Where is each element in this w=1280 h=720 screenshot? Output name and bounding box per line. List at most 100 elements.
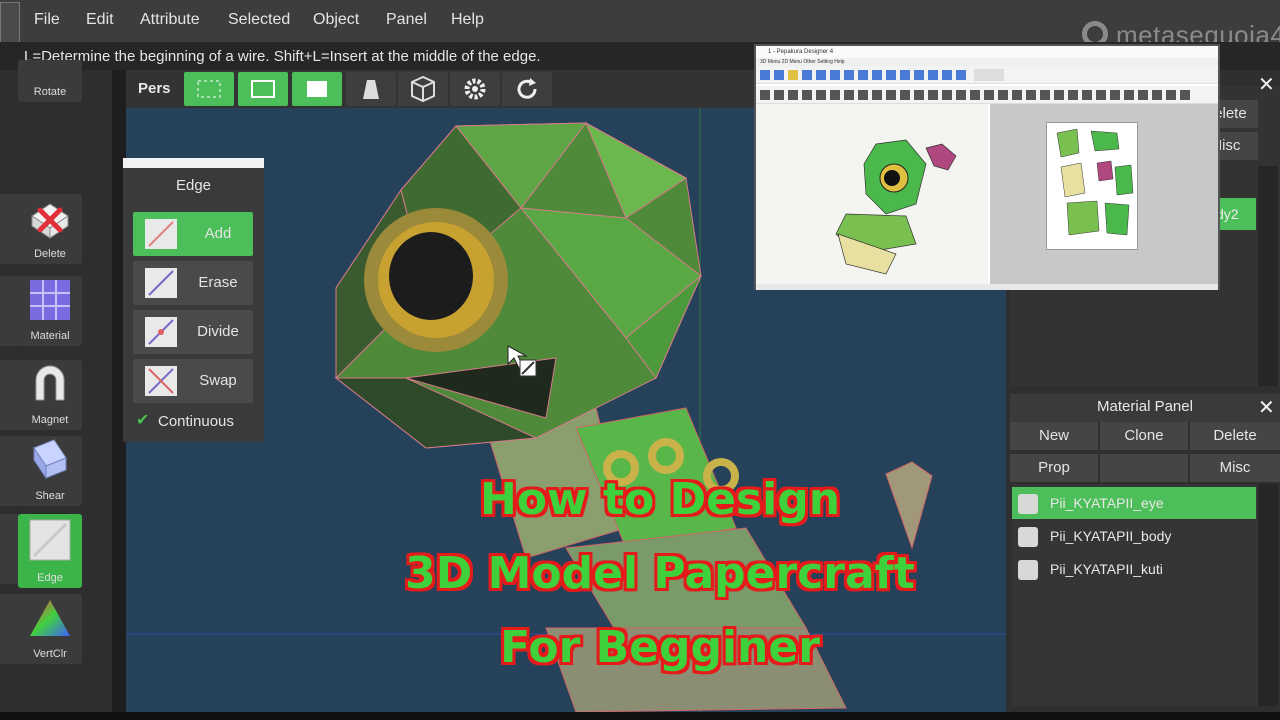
tool-palette: Rotate Delete Material Magnet Shear Edge… (0, 60, 112, 720)
inset-toolbar-1 (756, 66, 1218, 84)
select-rect-button[interactable] (184, 72, 234, 106)
partial-tool-3[interactable] (0, 360, 20, 430)
material-icon (30, 280, 70, 320)
add-edge-icon (145, 219, 177, 249)
shear-icon (33, 439, 67, 480)
settings-button[interactable] (450, 72, 500, 106)
close-icon[interactable]: ✕ (1258, 395, 1275, 420)
continuous-checkbox[interactable]: ✔ (136, 410, 149, 430)
menu-bar: File Edit Attribute Selected Object Pane… (0, 0, 1280, 66)
shade-icon (363, 80, 379, 99)
cube-icon (411, 75, 435, 103)
inset-toolbar-2 (756, 86, 1218, 104)
material-swatch (1018, 527, 1038, 547)
magnet-label: Magnet (31, 414, 69, 426)
delete-label: Delete (34, 248, 66, 260)
magnet-icon (35, 365, 65, 401)
edge-erase-label: Erase (198, 274, 238, 291)
edge-divide-button[interactable]: Divide (133, 310, 253, 354)
perspective-toggle[interactable]: Pers (138, 80, 171, 97)
object-scrollbar[interactable] (1258, 166, 1278, 386)
material-scrollbar[interactable] (1258, 484, 1278, 706)
material-new-button[interactable]: New (1010, 422, 1098, 450)
partial-tool-4[interactable] (0, 436, 20, 506)
vertex-color-icon (30, 600, 70, 636)
material-clone-button[interactable]: Clone (1100, 422, 1188, 450)
hint-text: L=Determine the beginning of a wire. Shi… (24, 48, 541, 65)
material-item-body[interactable]: Pii_KYATAPII_body (1012, 520, 1256, 552)
material-panel-title: Material Panel (1097, 398, 1193, 415)
edge-swap-label: Swap (199, 372, 237, 389)
material-delete-button[interactable]: Delete (1190, 422, 1280, 450)
erase-edge-icon (145, 268, 177, 298)
edge-add-button[interactable]: Add (133, 212, 253, 256)
select-solid-button[interactable] (292, 72, 342, 106)
frame-select-icon (251, 80, 275, 98)
material-item-eye[interactable]: Pii_KYATAPII_eye (1012, 487, 1256, 519)
solid-select-icon (307, 81, 327, 97)
delete-icon (31, 203, 69, 239)
gear-icon (464, 78, 486, 100)
edge-panel-title: Edge (175, 177, 212, 194)
rect-select-icon (197, 80, 221, 98)
edge-swap-button[interactable]: Swap (133, 359, 253, 403)
material-name: Pii_KYATAPII_eye (1050, 495, 1164, 511)
material-name: Pii_KYATAPII_body (1050, 528, 1172, 544)
swap-edge-icon (145, 366, 177, 396)
menu-help[interactable]: Help (451, 11, 484, 29)
vertclr-tool[interactable]: VertClr (18, 594, 82, 664)
material-blank-button[interactable] (1100, 454, 1188, 482)
material-misc-button[interactable]: Misc (1190, 454, 1280, 482)
partial-tool-5[interactable] (0, 514, 20, 584)
menu-file[interactable]: File (34, 11, 60, 29)
pepakura-inset-screenshot: 1 - Pepakura Designer 4 3D Menu 2D Menu … (754, 44, 1220, 290)
overlay-title-line-1: How to Design (479, 474, 841, 525)
refresh-icon (517, 78, 537, 99)
panel-title-bar (123, 158, 264, 168)
material-item-kuti[interactable]: Pii_KYATAPII_kuti (1012, 553, 1256, 585)
inset-menu: 3D Menu 2D Menu Other Setting Help (756, 58, 1218, 66)
inset-status-bar (756, 284, 1218, 290)
partial-tool-2[interactable] (0, 276, 20, 346)
refresh-button[interactable] (502, 72, 552, 106)
overlay-title-line-2: 3D Model Papercraft (405, 548, 915, 599)
inset-3d-view (756, 104, 988, 284)
edge-erase-button[interactable]: Erase (133, 261, 253, 305)
wire-button[interactable] (398, 72, 448, 106)
vertclr-label: VertClr (33, 648, 67, 660)
object-list-selected[interactable]: dy2 (1214, 198, 1256, 230)
select-frame-button[interactable] (238, 72, 288, 106)
partial-tool-1[interactable] (0, 194, 20, 264)
divide-edge-icon (145, 317, 177, 347)
material-swatch (1018, 494, 1038, 514)
delete-tool[interactable]: Delete (18, 194, 82, 264)
menu-edit[interactable]: Edit (86, 11, 114, 29)
edge-add-label: Add (204, 225, 232, 242)
menu-attribute[interactable]: Attribute (140, 11, 200, 29)
close-icon[interactable]: ✕ (1258, 72, 1275, 97)
shear-label: Shear (35, 490, 65, 502)
inset-paper-sheet (1046, 122, 1138, 250)
material-name: Pii_KYATAPII_kuti (1050, 561, 1163, 577)
partial-tool-6[interactable] (0, 594, 20, 664)
rotate-tool[interactable]: Rotate (18, 60, 82, 102)
edge-label: Edge (37, 572, 63, 584)
menu-object[interactable]: Object (313, 11, 359, 29)
shear-tool[interactable]: Shear (18, 436, 82, 506)
continuous-label: Continuous (158, 413, 234, 430)
magnet-tool[interactable]: Magnet (18, 360, 82, 430)
material-tool[interactable]: Material (18, 276, 82, 346)
shade-button[interactable] (346, 72, 396, 106)
overlay-title-line-3: For Begginer (500, 622, 820, 673)
material-prop-button[interactable]: Prop (1010, 454, 1098, 482)
inset-window-title: 1 - Pepakura Designer 4 (756, 46, 1218, 58)
menu-panel[interactable]: Panel (386, 11, 427, 29)
bottom-bar (0, 712, 1280, 720)
material-swatch (1018, 560, 1038, 580)
rotate-label: Rotate (33, 86, 67, 98)
menu-selected[interactable]: Selected (228, 11, 290, 29)
edge-tool[interactable]: Edge (18, 514, 82, 588)
edge-divide-label: Divide (197, 323, 239, 340)
edge-icon (29, 519, 71, 561)
material-label: Material (30, 330, 70, 342)
